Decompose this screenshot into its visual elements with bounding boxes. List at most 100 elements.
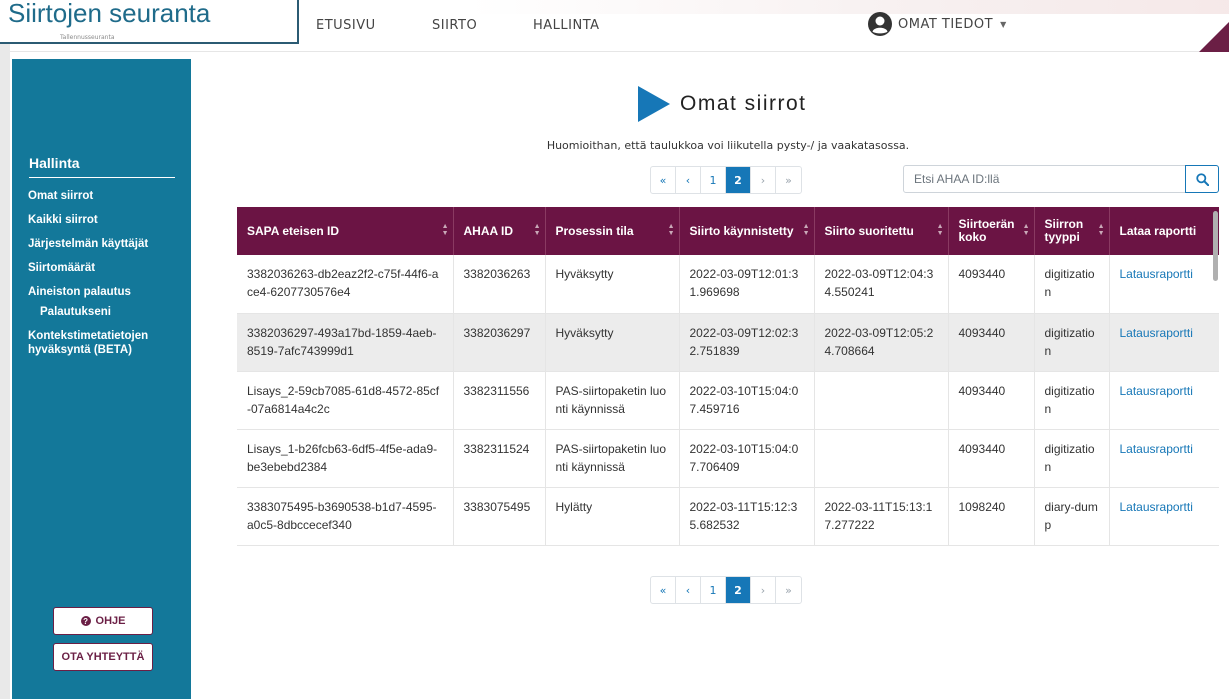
column-header-download-report: Lataa raportti xyxy=(1109,207,1219,255)
contact-button-label: OTA YHTEYTTÄ xyxy=(61,651,145,663)
column-header-started[interactable]: Siirto käynnistetty ▲ ▼ xyxy=(679,207,815,255)
page-next[interactable]: › xyxy=(751,167,776,193)
cell-ahaa-id: 3383075495 xyxy=(453,487,546,546)
column-header-completed[interactable]: Siirto suoritettu ▲ ▼ xyxy=(814,207,949,255)
page-1[interactable]: 1 xyxy=(701,167,726,193)
app-title: Siirtojen seuranta xyxy=(0,0,299,44)
sidebar: Hallinta Omat siirrot Kaikki siirrot Jär… xyxy=(12,59,191,699)
cell-sapa-id: Lisays_1-b26fcb63-6df5-4f5e-ada9-be3ebeb… xyxy=(237,429,454,488)
page-2[interactable]: 2 xyxy=(726,167,751,193)
caret-down-icon: ▼ xyxy=(1000,19,1007,29)
cell-report: Latausraportti xyxy=(1109,371,1219,430)
sidebar-item-users[interactable]: Järjestelmän käyttäjät xyxy=(28,237,188,251)
profile-menu[interactable]: OMAT TIEDOT ▼ xyxy=(868,12,1006,36)
search-button[interactable] xyxy=(1185,165,1219,193)
column-header-label: Siirto käynnistetty xyxy=(689,223,794,238)
page-first[interactable]: « xyxy=(651,577,676,603)
left-stripe xyxy=(0,40,10,699)
column-header-sapa-id[interactable]: SAPA eteisen ID ▲ ▼ xyxy=(237,207,454,255)
cell-sapa-id: 3383075495-b3690538-b1d7-4595-a0c5-8dbcc… xyxy=(237,487,454,546)
download-report-link[interactable]: Latausraportti xyxy=(1120,442,1193,456)
user-circle-icon xyxy=(868,12,892,36)
page-title: Omat siirrot xyxy=(680,92,807,115)
column-header-batch-size[interactable]: Siirtoerän koko ▲ ▼ xyxy=(948,207,1035,255)
sort-icon: ▲ ▼ xyxy=(533,223,541,237)
download-report-link[interactable]: Latausraportti xyxy=(1120,384,1193,398)
help-button-label: OHJE xyxy=(95,615,126,627)
page-last[interactable]: » xyxy=(776,167,801,193)
cell-sapa-id: Lisays_2-59cb7085-61d8-4572-85cf-07a6814… xyxy=(237,371,454,430)
nav-home[interactable]: ETUSIVU xyxy=(316,18,376,33)
sidebar-item-transfer-counts[interactable]: Siirtomäärät xyxy=(28,261,188,275)
sidebar-heading: Hallinta xyxy=(29,155,175,178)
column-header-label: Siirron tyyppi xyxy=(1044,217,1084,244)
cell-completed xyxy=(814,429,949,488)
pagination-bottom: « ‹ 1 2 › » xyxy=(650,576,802,604)
cell-completed xyxy=(814,371,949,430)
table-row: Lisays_2-59cb7085-61d8-4572-85cf-07a6814… xyxy=(237,371,1219,430)
sidebar-item-omat-siirrot[interactable]: Omat siirrot xyxy=(28,189,188,203)
pagination-top: « ‹ 1 2 › » xyxy=(650,166,802,194)
cell-completed: 2022-03-11T15:13:17.277222 xyxy=(814,487,949,546)
table-scrollbar[interactable] xyxy=(1212,207,1219,567)
column-header-transfer-type[interactable]: Siirron tyyppi ▲ ▼ xyxy=(1034,207,1110,255)
cell-transfer-type: digitization xyxy=(1034,371,1110,430)
cell-completed: 2022-03-09T12:05:24.708664 xyxy=(814,313,949,372)
help-button[interactable]: ? OHJE xyxy=(53,607,153,635)
column-header-label: Prosessin tila xyxy=(555,223,634,238)
corner-decoration xyxy=(1199,22,1229,52)
page-first[interactable]: « xyxy=(651,167,676,193)
cell-ahaa-id: 3382036297 xyxy=(453,313,546,372)
download-report-link[interactable]: Latausraportti xyxy=(1120,267,1193,281)
sort-icon: ▲ ▼ xyxy=(1097,223,1105,237)
cell-started: 2022-03-11T15:12:35.682532 xyxy=(679,487,815,546)
column-header-label: Lataa raportti xyxy=(1119,223,1197,238)
cell-report: Latausraportti xyxy=(1109,255,1219,314)
cell-report: Latausraportti xyxy=(1109,429,1219,488)
sort-icon: ▲ ▼ xyxy=(1022,223,1030,237)
play-arrow-icon xyxy=(638,86,670,122)
cell-transfer-type: digitization xyxy=(1034,313,1110,372)
column-header-ahaa-id[interactable]: AHAA ID ▲ ▼ xyxy=(453,207,546,255)
cell-batch-size: 4093440 xyxy=(948,255,1035,314)
cell-started: 2022-03-09T12:02:32.751839 xyxy=(679,313,815,372)
download-report-link[interactable]: Latausraportti xyxy=(1120,326,1193,340)
search-input[interactable] xyxy=(903,165,1186,193)
cell-sapa-id: 3382036297-493a17bd-1859-4aeb-8519-7afc7… xyxy=(237,313,454,372)
cell-transfer-type: digitization xyxy=(1034,255,1110,314)
nav-transfer[interactable]: SIIRTO xyxy=(432,18,477,33)
question-icon: ? xyxy=(80,616,91,626)
cell-started: 2022-03-09T12:01:31.969698 xyxy=(679,255,815,314)
table-row: 3383075495-b3690538-b1d7-4595-a0c5-8dbcc… xyxy=(237,487,1219,546)
page-title-block: Omat siirrot xyxy=(638,86,807,122)
cell-batch-size: 4093440 xyxy=(948,371,1035,430)
page-prev[interactable]: ‹ xyxy=(676,577,701,603)
table-row: Lisays_1-b26fcb63-6df5-4f5e-ada9-be3ebeb… xyxy=(237,429,1219,488)
page-prev[interactable]: ‹ xyxy=(676,167,701,193)
nav-admin[interactable]: HALLINTA xyxy=(533,18,600,33)
scrollbar-thumb[interactable] xyxy=(1213,211,1218,281)
sidebar-item-context-metadata[interactable]: Kontekstimetatietojen hyväksyntä (BETA) xyxy=(28,329,188,357)
sidebar-item-my-returns[interactable]: Palautukseni xyxy=(28,305,188,319)
cell-batch-size: 4093440 xyxy=(948,429,1035,488)
download-report-link[interactable]: Latausraportti xyxy=(1120,500,1193,514)
cell-ahaa-id: 3382036263 xyxy=(453,255,546,314)
transfers-table-container[interactable]: SAPA eteisen ID ▲ ▼ AHAA ID ▲ ▼ Prosessin ti… xyxy=(237,207,1219,567)
column-header-label: AHAA ID xyxy=(463,223,514,238)
cell-ahaa-id: 3382311556 xyxy=(453,371,546,430)
sidebar-item-material-return[interactable]: Aineiston palautus xyxy=(28,285,188,299)
sidebar-item-kaikki-siirrot[interactable]: Kaikki siirrot xyxy=(28,213,188,227)
contact-button[interactable]: OTA YHTEYTTÄ xyxy=(53,643,153,671)
cell-transfer-type: diary-dump xyxy=(1034,487,1110,546)
cell-process-state: PAS-siirtopaketin luonti käynnissä xyxy=(545,371,680,430)
sort-icon: ▲ ▼ xyxy=(802,223,810,237)
page-1[interactable]: 1 xyxy=(701,577,726,603)
page-next[interactable]: › xyxy=(751,577,776,603)
cell-report: Latausraportti xyxy=(1109,487,1219,546)
search-icon xyxy=(1195,172,1209,186)
page-2[interactable]: 2 xyxy=(726,577,751,603)
table-header-row: SAPA eteisen ID ▲ ▼ AHAA ID ▲ ▼ Prosessin ti… xyxy=(237,207,1219,255)
page-last[interactable]: » xyxy=(776,577,801,603)
column-header-process-state[interactable]: Prosessin tila ▲ ▼ xyxy=(545,207,680,255)
sort-icon: ▲ ▼ xyxy=(667,223,675,237)
